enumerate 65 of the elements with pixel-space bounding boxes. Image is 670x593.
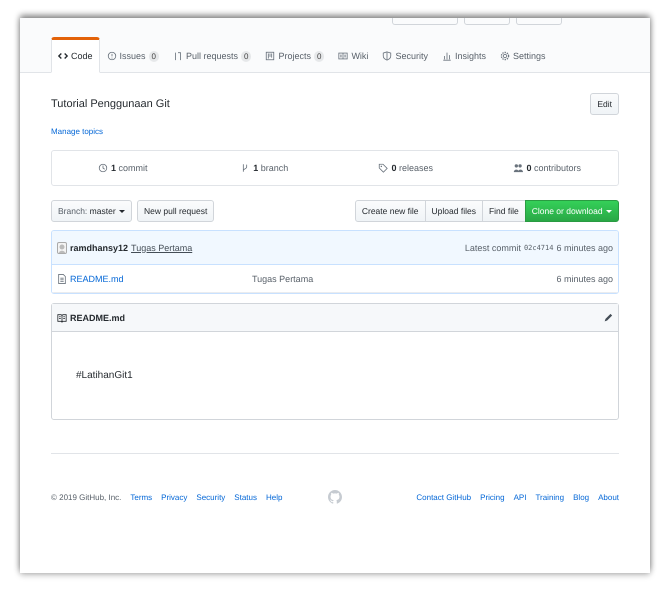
- tab[interactable]: Wiki: [331, 37, 376, 73]
- commit-author[interactable]: ramdhansy12: [70, 242, 128, 252]
- copyright-text: © 2019 GitHub, Inc.: [51, 492, 122, 502]
- file-action-button[interactable]: Upload files: [424, 200, 483, 222]
- commit-message-link[interactable]: Tugas Pertama: [131, 242, 192, 252]
- readme-content: #LatihanGit1: [76, 370, 133, 381]
- pencil-icon[interactable]: [603, 312, 613, 322]
- footer-link[interactable]: Security: [196, 492, 226, 502]
- footer-link[interactable]: Status: [234, 492, 257, 502]
- tab-icon: [265, 51, 276, 61]
- readme-title: README.md: [70, 312, 126, 322]
- tab[interactable]: Settings: [492, 37, 553, 73]
- stat-link[interactable]: 0 releases: [391, 163, 434, 173]
- repo-description: Tutorial Penggunaan Git: [51, 98, 170, 110]
- stat-link[interactable]: 1 branch: [253, 163, 288, 173]
- file-age: 6 minutes ago: [556, 274, 613, 284]
- footer-link[interactable]: Help: [266, 492, 282, 502]
- footer-link[interactable]: Contact GitHub: [416, 492, 472, 502]
- tab[interactable]: Insights: [434, 37, 493, 73]
- tab-icon: [58, 51, 68, 61]
- caret-icon: [119, 210, 126, 214]
- tab-icon: [172, 51, 183, 61]
- header-button[interactable]: [516, 18, 562, 25]
- tab[interactable]: Issues 0: [100, 37, 166, 73]
- tab-counter: 0: [148, 50, 159, 62]
- tab-icon: [338, 51, 348, 61]
- footer-link[interactable]: Privacy: [161, 492, 188, 502]
- edit-button[interactable]: Edit: [590, 93, 619, 115]
- book-icon: [57, 312, 67, 322]
- avatar-icon: [57, 242, 67, 254]
- stat-icon: [378, 163, 388, 173]
- new-pull-request-button[interactable]: New pull request: [137, 200, 214, 222]
- branch-selector[interactable]: Branch: master: [51, 200, 132, 222]
- latest-commit-label: Latest commit: [464, 242, 521, 252]
- caret-icon: [606, 210, 612, 214]
- commit-time: 6 minutes ago: [556, 242, 613, 252]
- tab[interactable]: Code: [51, 37, 100, 73]
- footer-link[interactable]: Pricing: [480, 492, 505, 502]
- file-action-button[interactable]: Create new file: [354, 200, 426, 222]
- tab-icon: [106, 51, 117, 61]
- tab-counter: 0: [314, 50, 324, 62]
- manage-topics-link[interactable]: Manage topics: [51, 127, 619, 136]
- footer-link[interactable]: Blog: [573, 492, 590, 502]
- header-button[interactable]: [392, 18, 458, 25]
- tab[interactable]: Pull requests 0: [166, 37, 258, 73]
- stat-link[interactable]: 0 contributors: [526, 163, 582, 173]
- file-action-button[interactable]: Find file: [482, 200, 526, 222]
- footer-link[interactable]: About: [598, 492, 619, 502]
- stat-icon: [98, 163, 108, 173]
- tab-icon: [500, 51, 510, 61]
- tab[interactable]: Projects 0: [258, 37, 332, 73]
- tab-icon: [382, 51, 392, 61]
- footer-link[interactable]: API: [514, 492, 526, 502]
- tab-counter: 0: [241, 50, 252, 62]
- footer-link[interactable]: Training: [535, 492, 564, 502]
- stat-link[interactable]: 1 commit: [110, 163, 148, 173]
- stat-icon: [513, 163, 524, 173]
- octocat-logo-icon[interactable]: [328, 489, 342, 505]
- footer-link[interactable]: Terms: [130, 492, 152, 502]
- file-commit-message[interactable]: Tugas Pertama: [252, 274, 314, 284]
- file-icon: [57, 274, 67, 284]
- tab[interactable]: Security: [375, 37, 435, 73]
- header-button[interactable]: [464, 18, 510, 25]
- file-name-link[interactable]: README.md: [70, 274, 124, 284]
- tab-icon: [442, 51, 452, 61]
